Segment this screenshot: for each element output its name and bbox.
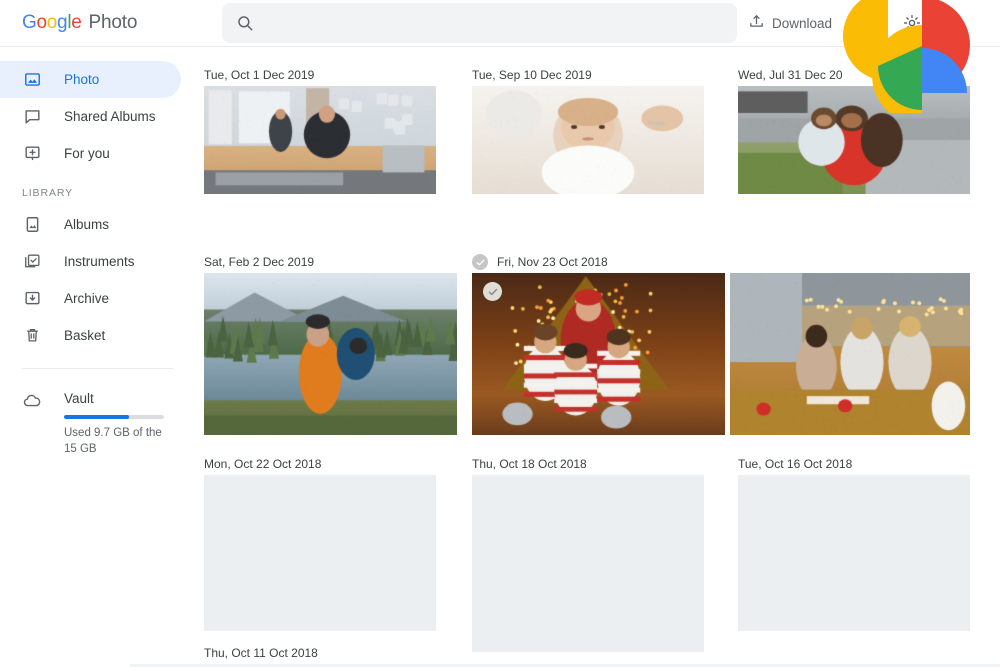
download-button[interactable]: Download: [748, 13, 832, 33]
photo-thumbnail[interactable]: [204, 273, 457, 435]
sidebar-label-shared-albums: Shared Albums: [64, 109, 156, 124]
vault-body: Vault Used 9.7 GB of the 15 GB: [64, 391, 181, 457]
add-box-icon: [22, 144, 42, 164]
sidebar-label-photo: Photo: [64, 72, 100, 87]
photo-date-label: Thu, Oct 18 Oct 2018: [472, 457, 587, 471]
search-box[interactable]: [222, 3, 737, 43]
photo-thumbnail[interactable]: [472, 475, 704, 652]
vault-usage-text: Used 9.7 GB of the 15 GB: [64, 427, 162, 455]
app-header: Google Photo Download: [0, 0, 1000, 47]
vault-progress-bar: [64, 415, 164, 419]
photo-date-label: Mon, Oct 22 Oct 2018: [204, 457, 322, 471]
library-heading: LIBRARY: [22, 187, 74, 199]
sidebar-item-instruments[interactable]: Instruments: [0, 243, 181, 280]
cloud-icon: [22, 391, 42, 411]
sidebar-item-shared-albums[interactable]: Shared Albums: [0, 98, 181, 135]
gear-icon[interactable]: [900, 11, 924, 35]
photo-date-label: Tue, Oct 16 Oct 2018: [738, 457, 853, 471]
chat-bubble-icon: [22, 107, 42, 127]
vault-progress-fill: [64, 415, 129, 419]
archive-download-icon: [22, 289, 42, 309]
sidebar-label-archive: Archive: [64, 291, 110, 306]
photo-date-label: Sat, Feb 2 Dec 2019: [204, 255, 315, 269]
photo-date-label: Thu, Oct 11 Oct 2018: [204, 646, 318, 660]
photo-thumbnail[interactable]: [204, 475, 436, 631]
sidebar: Photo Shared Albums For you LIBRARY Albu…: [0, 47, 195, 667]
vault-title: Vault: [64, 391, 94, 406]
search-container: [222, 3, 737, 43]
google-wordmark: Google: [22, 12, 82, 33]
sidebar-item-for-you[interactable]: For you: [0, 135, 181, 172]
google-photos-app: Google Photo Download Photo Shared Album…: [0, 0, 1000, 667]
photo-date-label: Tue, Oct 1 Dec 2019: [204, 68, 315, 82]
photo-thumbnail[interactable]: [730, 273, 970, 435]
photo-date-label-selected: Fri, Nov 23 Oct 2018: [472, 254, 608, 270]
photo-thumbnail[interactable]: [472, 86, 704, 194]
sidebar-item-albums[interactable]: Albums: [0, 206, 181, 243]
photo-thumbnail[interactable]: [738, 475, 970, 631]
help-icon[interactable]: [854, 11, 878, 35]
search-input[interactable]: [266, 15, 723, 31]
sidebar-label-for-you: For you: [64, 146, 110, 161]
photo-thumbnail-selected[interactable]: [472, 273, 725, 435]
photo-thumbnail[interactable]: [738, 86, 970, 194]
selected-check-icon[interactable]: [472, 254, 488, 270]
photo-date-text: Fri, Nov 23 Oct 2018: [497, 255, 608, 269]
sidebar-label-basket: Basket: [64, 328, 106, 343]
photo-thumbnail[interactable]: [204, 86, 436, 194]
brand-logo[interactable]: Google Photo: [0, 12, 200, 34]
sidebar-item-archive[interactable]: Archive: [0, 280, 181, 317]
stacked-check-icon: [22, 252, 42, 272]
sidebar-label-instruments: Instruments: [64, 254, 135, 269]
photo-icon: [22, 70, 42, 90]
product-name: Photo: [88, 12, 138, 33]
sidebar-label-albums: Albums: [64, 217, 110, 232]
search-icon: [236, 14, 254, 32]
photo-grid: Tue, Oct 1 Dec 2019 Tue, Sep 10 Dec 2019…: [195, 47, 1000, 667]
photo-date-label: Wed, Jul 31 Dec 20: [738, 68, 843, 82]
download-label: Download: [771, 15, 832, 31]
sidebar-item-photo[interactable]: Photo: [0, 61, 181, 98]
vault-storage-section[interactable]: Vault Used 9.7 GB of the 15 GB: [0, 369, 195, 457]
header-actions: Download: [748, 11, 1000, 35]
album-icon: [22, 215, 42, 235]
upload-icon: [748, 13, 765, 33]
sidebar-item-basket[interactable]: Basket: [0, 317, 181, 354]
selected-check-icon[interactable]: [483, 282, 502, 301]
photo-date-label: Tue, Sep 10 Dec 2019: [472, 68, 592, 82]
trash-icon: [22, 326, 42, 346]
